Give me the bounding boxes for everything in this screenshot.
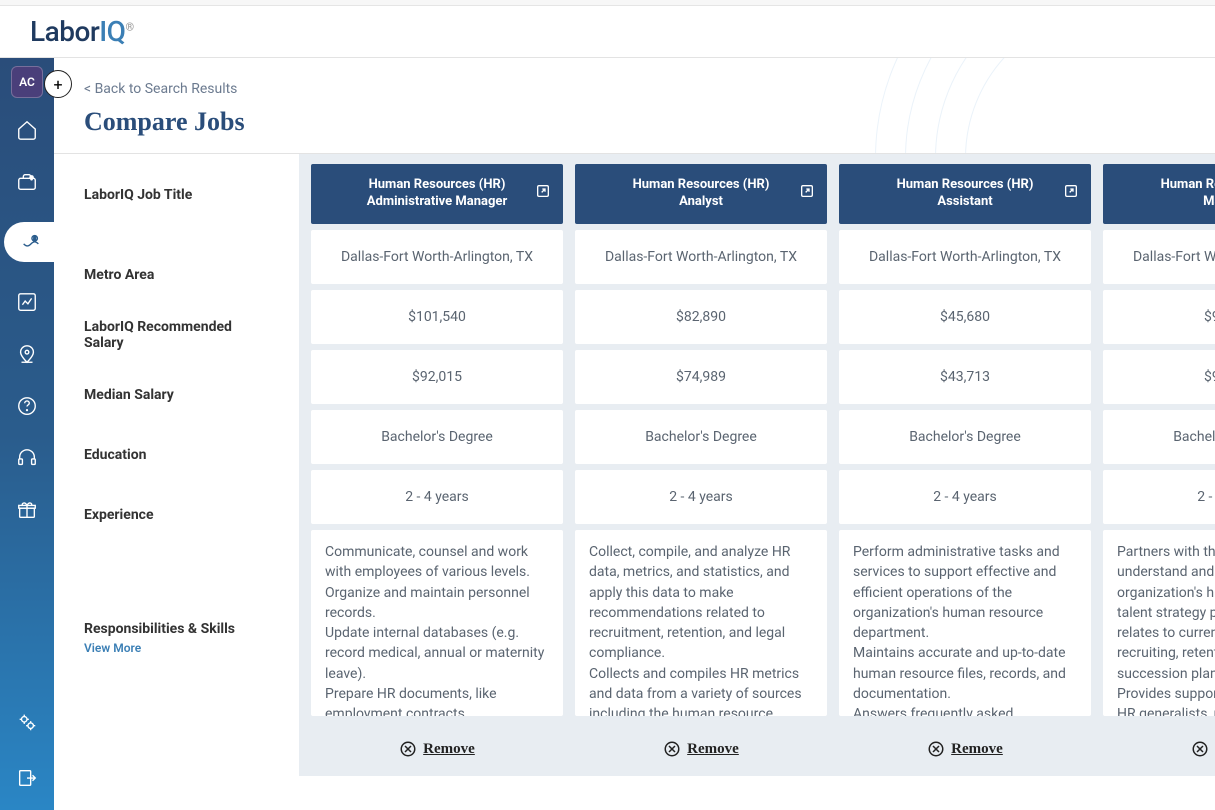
cell-median-salary: $91,048 [1103, 350, 1215, 404]
cell-experience: 2 - 4 years [839, 470, 1091, 524]
cell-metro: Dallas-Fort Worth-Arlington, TX [839, 230, 1091, 284]
job-title-text: Human Resources (HR) Assistant [879, 177, 1051, 211]
job-title-text: Human Resources (HR) Administrative Mana… [351, 177, 523, 211]
open-job-icon[interactable] [535, 183, 551, 205]
cell-rec-salary: $45,680 [839, 290, 1091, 344]
cell-metro: Dallas-Fort Worth-Arlington, TX [311, 230, 563, 284]
svg-text:$: $ [31, 175, 33, 180]
avatar[interactable]: AC [11, 66, 43, 98]
remove-button[interactable]: Remove [575, 722, 827, 766]
cell-median-salary: $43,713 [839, 350, 1091, 404]
job-column: Human Resources (HR) Assistant Dallas-For… [839, 164, 1091, 766]
job-header: Human Resources (HR) Analyst [575, 164, 827, 224]
remove-button[interactable]: Remove [839, 722, 1091, 766]
back-link[interactable]: < Back to Search Results [84, 81, 237, 97]
cell-experience: 2 - 4 years [575, 470, 827, 524]
cell-metro: Dallas-Fort Worth-Arlington, TX [1103, 230, 1215, 284]
help-icon[interactable] [15, 394, 39, 418]
job-header: Human Resources (HR) Assistant [839, 164, 1091, 224]
job-header: Human Resources (HR) Administrative Mana… [311, 164, 563, 224]
label-education: Education [54, 425, 299, 485]
job-column: Human Resources (HR) Manager Dallas-Fort … [1103, 164, 1215, 766]
briefcase-icon[interactable]: $ [15, 170, 39, 194]
cell-education: Bachelor's Degree [839, 410, 1091, 464]
salary-icon[interactable]: $ [4, 222, 58, 262]
cell-experience: 2 - 4 years [311, 470, 563, 524]
cell-rec-salary: $82,890 [575, 290, 827, 344]
view-more-link[interactable]: View More [84, 641, 269, 655]
remove-button[interactable]: Remove [1103, 722, 1215, 766]
remove-button[interactable]: Remove [311, 722, 563, 766]
logo-reg: ® [125, 21, 133, 34]
cell-education: Bachelor's Degree [575, 410, 827, 464]
page-title: Compare Jobs [84, 107, 1185, 137]
label-median-salary: Median Salary [54, 365, 299, 425]
settings-icon[interactable] [15, 710, 39, 734]
sidebar-nav: AC $ $ [0, 58, 54, 810]
cell-responsibilities: Collect, compile, and analyze HR data, m… [575, 530, 827, 716]
label-job-title: LaborIQ Job Title [54, 154, 299, 235]
logo-text-2: IQ [99, 15, 125, 48]
open-job-icon[interactable] [1063, 183, 1079, 205]
label-experience: Experience [54, 485, 299, 545]
cell-rec-salary: $101,540 [311, 290, 563, 344]
job-title-text: Human Resources (HR) Analyst [615, 177, 787, 211]
job-column: Human Resources (HR) Analyst Dallas-Fort … [575, 164, 827, 766]
job-column: Human Resources (HR) Administrative Mana… [311, 164, 563, 766]
cell-education: Bachelor's Degree [1103, 410, 1215, 464]
job-title-text: Human Resources (HR) Manager [1143, 177, 1215, 211]
headset-icon[interactable] [15, 446, 39, 470]
cell-responsibilities: Perform administrative tasks and service… [839, 530, 1091, 716]
cell-metro: Dallas-Fort Worth-Arlington, TX [575, 230, 827, 284]
home-icon[interactable] [15, 118, 39, 142]
gift-icon[interactable] [15, 498, 39, 522]
label-rec-salary: LaborIQ Recommended Salary [54, 305, 299, 365]
logout-icon[interactable] [15, 766, 39, 790]
cell-responsibilities: Partners with the leadership to understa… [1103, 530, 1215, 716]
cell-education: Bachelor's Degree [311, 410, 563, 464]
label-metro: Metro Area [54, 245, 299, 305]
chart-icon[interactable] [15, 290, 39, 314]
labels-column: LaborIQ Job Title Metro Area LaborIQ Rec… [54, 154, 299, 776]
logo-text-1: Labor [30, 15, 99, 48]
job-header: Human Resources (HR) Manager [1103, 164, 1215, 224]
cell-median-salary: $74,989 [575, 350, 827, 404]
open-job-icon[interactable] [799, 183, 815, 205]
cell-median-salary: $92,015 [311, 350, 563, 404]
cell-experience: 2 - 4 years [1103, 470, 1215, 524]
label-responsibilities: Responsibilities & Skills View More [54, 545, 299, 731]
location-icon[interactable] [15, 342, 39, 366]
label-resp-text: Responsibilities & Skills [84, 621, 269, 637]
logo: LaborIQ® [30, 15, 134, 48]
cell-responsibilities: Communicate, counsel and work with emplo… [311, 530, 563, 716]
cell-rec-salary: $99,994 [1103, 290, 1215, 344]
app-header: LaborIQ® [0, 6, 1215, 58]
sidebar-expand-button[interactable]: + [44, 70, 72, 98]
